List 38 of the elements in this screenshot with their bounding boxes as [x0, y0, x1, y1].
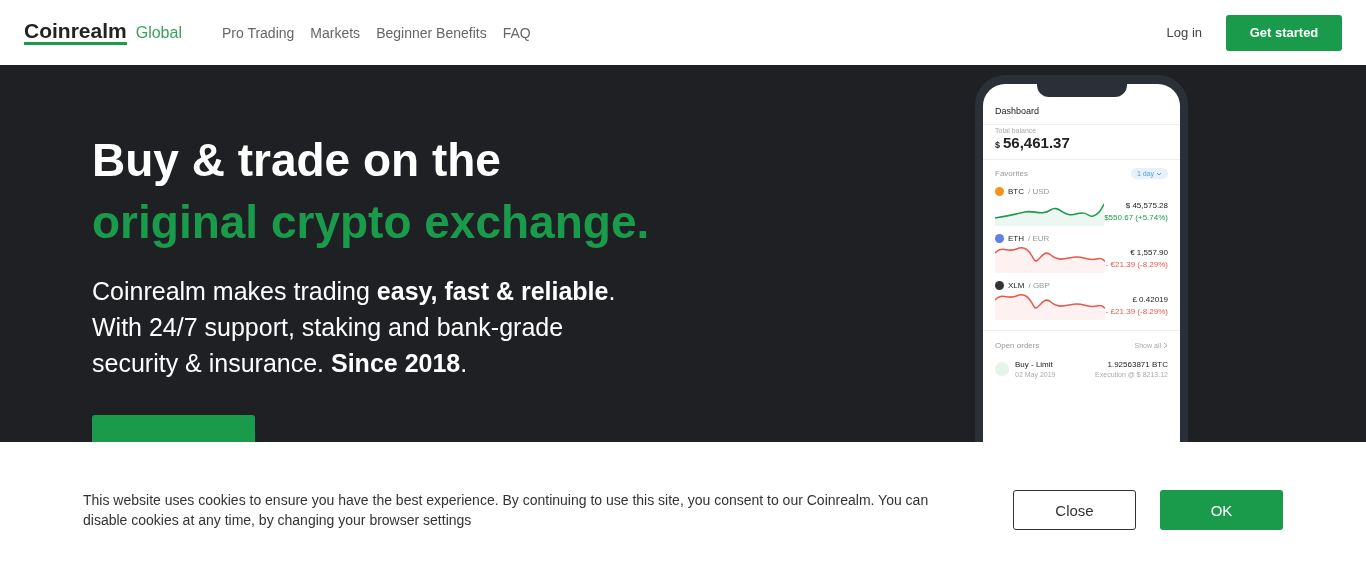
hero-title-highlight: original crypto exchange. [92, 196, 650, 248]
coin-price: £ 0.42019 [1132, 294, 1168, 304]
price-change: $550.67 (+5.74%) [1104, 212, 1168, 222]
coin-icon [995, 234, 1004, 243]
close-button[interactable]: Close [1013, 490, 1136, 530]
nav-link[interactable]: Pro Trading [221, 24, 295, 41]
coin-icon [995, 281, 1004, 290]
currency-symbol: $ [995, 140, 1000, 150]
price-change: - €21.39 (-8.29%) [1105, 259, 1168, 269]
coin-icon [995, 187, 1004, 196]
price-change: - £21.39 (-8.29%) [1105, 306, 1168, 316]
hero-description: Coinrealm makes trading easy, fast & reliable. With 24/7 support, staking and bank-grade security & insurance. Since 2018. [92, 276, 617, 379]
order-amount: 1.92563871 BTC [1107, 360, 1168, 369]
coin-price: € 1,557.90 [1130, 247, 1168, 257]
nav-link[interactable]: Beginner Benefits [376, 24, 487, 41]
cookie-notice: This website uses cookies to ensure you have the best experience. By continuing to use this site, you consent to our Coinrealm. You can disable cookies at any time, by changing your browser settings [83, 491, 930, 530]
coin-symbol: ETH [1008, 234, 1024, 243]
coin-symbol: BTC [1008, 187, 1024, 196]
nav-link[interactable]: FAQ [502, 24, 531, 41]
open-orders-label: Open orders [995, 341, 1040, 350]
ok-button[interactable]: OK [1160, 490, 1283, 530]
coin-symbol: XLM [1008, 281, 1025, 290]
chevron-icon [1156, 170, 1162, 177]
logo-suffix: Global [135, 23, 182, 42]
login-link[interactable]: Log in [1166, 25, 1202, 40]
coin-price: $ 45,575.28 [1125, 200, 1168, 210]
coin-pair: / GBP [1028, 281, 1050, 290]
coin-pair: / EUR [1028, 234, 1050, 243]
order-type: Buy - Limit [1015, 360, 1054, 369]
screen-title: Dashboard [995, 106, 1040, 116]
balance-value: 56,461.37 [1003, 134, 1070, 151]
chevron-right-icon [1163, 342, 1168, 349]
favorites-label: Favorites [995, 169, 1028, 178]
nav-link[interactable]: Markets [310, 24, 361, 41]
logo-text[interactable]: Coinrealm [24, 20, 127, 45]
get-started-button[interactable]: Get started [1226, 14, 1342, 51]
coin-pair: / USD [1028, 187, 1050, 196]
hero-title: Buy & trade on the [92, 134, 501, 186]
